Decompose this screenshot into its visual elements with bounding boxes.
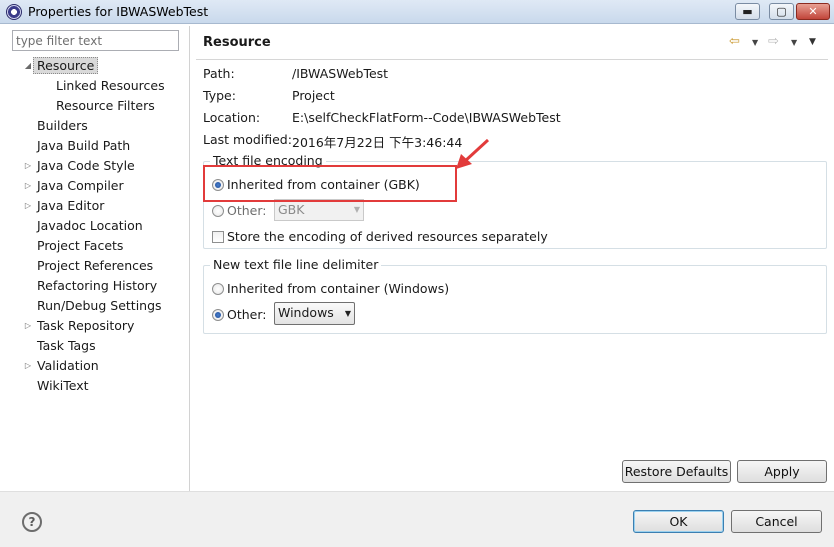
title-separator bbox=[196, 59, 828, 60]
delimiter-other-radio[interactable] bbox=[212, 309, 224, 321]
eclipse-icon bbox=[6, 4, 22, 20]
cancel-button[interactable]: Cancel bbox=[731, 510, 822, 533]
tree-item-label: Builders bbox=[37, 118, 88, 133]
tree-item-label: Java Build Path bbox=[37, 138, 131, 153]
tree-item-label: Linked Resources bbox=[56, 78, 165, 93]
tree-item-label: Project References bbox=[37, 258, 154, 273]
title-bar: Properties for IBWASWebTest ▬ ▢ ✕ bbox=[0, 0, 834, 24]
store-encoding-label: Store the encoding of derived resources … bbox=[227, 229, 548, 244]
view-menu-icon[interactable]: ▼ bbox=[809, 37, 816, 47]
delimiter-select[interactable]: Windows ▼ bbox=[274, 302, 355, 325]
tree-item-builders[interactable]: Builders bbox=[37, 116, 88, 135]
collapsed-arrow-icon[interactable]: ▷ bbox=[23, 176, 33, 195]
tree-item-label: Task Repository bbox=[37, 318, 135, 333]
help-icon[interactable]: ? bbox=[22, 512, 42, 532]
delimiter-other-label: Other: bbox=[227, 307, 267, 322]
tree-item-validation[interactable]: ▷ Validation bbox=[25, 356, 99, 375]
text-encoding-group: Text file encoding Inherited from contai… bbox=[203, 153, 827, 249]
ok-button[interactable]: OK bbox=[633, 510, 724, 533]
tree-item-project-references[interactable]: Project References bbox=[37, 256, 153, 275]
collapsed-arrow-icon[interactable]: ▷ bbox=[23, 356, 33, 375]
delimiter-inherited-radio[interactable] bbox=[212, 283, 224, 295]
type-value: Project bbox=[292, 88, 335, 103]
tree-item-javadoc-location[interactable]: Javadoc Location bbox=[37, 216, 143, 235]
tree-item-resource[interactable]: ◢ Resource bbox=[25, 56, 99, 75]
forward-dropdown-icon[interactable]: ▼ bbox=[791, 38, 797, 47]
filter-input[interactable] bbox=[12, 30, 179, 51]
minimize-button[interactable]: ▬ bbox=[735, 3, 760, 20]
tree-item-task-repository[interactable]: ▷ Task Repository bbox=[25, 316, 135, 335]
collapsed-arrow-icon[interactable]: ▷ bbox=[23, 156, 33, 175]
collapsed-arrow-icon[interactable]: ▷ bbox=[23, 196, 33, 215]
page-title: Resource bbox=[203, 35, 271, 50]
tree-item-label: Validation bbox=[37, 358, 99, 373]
tree-item-label: Task Tags bbox=[37, 338, 96, 353]
apply-button[interactable]: Apply bbox=[737, 460, 827, 483]
tree-item-label: Javadoc Location bbox=[37, 218, 143, 233]
tree-item-refactoring-history[interactable]: Refactoring History bbox=[37, 276, 157, 295]
close-button[interactable]: ✕ bbox=[796, 3, 830, 20]
tree-item-label: Java Compiler bbox=[37, 178, 124, 193]
last-modified-value: 2016年7月22日 下午3:46:44 bbox=[292, 135, 463, 150]
location-value: E:\selfCheckFlatForm--Code\IBWASWebTest bbox=[292, 110, 561, 125]
tree-item-java-build-path[interactable]: Java Build Path bbox=[37, 136, 130, 155]
tree-item-wikitext[interactable]: WikiText bbox=[37, 376, 89, 395]
store-encoding-checkbox[interactable] bbox=[212, 231, 224, 243]
encoding-other-radio[interactable] bbox=[212, 205, 224, 217]
forward-arrow-icon[interactable]: ⇨ bbox=[768, 34, 779, 49]
collapsed-arrow-icon[interactable]: ▷ bbox=[23, 316, 33, 335]
encoding-inherited-radio[interactable] bbox=[212, 179, 224, 191]
line-delimiter-group: New text file line delimiter Inherited f… bbox=[203, 257, 827, 334]
delimiter-inherited-label: Inherited from container (Windows) bbox=[227, 281, 450, 296]
encoding-inherited-label: Inherited from container (GBK) bbox=[227, 177, 420, 192]
window-title: Properties for IBWASWebTest bbox=[28, 4, 209, 19]
text-encoding-title: Text file encoding bbox=[210, 153, 326, 168]
tree-item-java-compiler[interactable]: ▷ Java Compiler bbox=[25, 176, 124, 195]
type-label: Type: bbox=[203, 88, 236, 103]
tree-item-label: Resource bbox=[33, 57, 99, 74]
encoding-select[interactable]: GBK ▼ bbox=[274, 199, 364, 221]
chevron-down-icon: ▼ bbox=[353, 205, 360, 214]
expanded-arrow-icon[interactable]: ◢ bbox=[23, 56, 33, 75]
delimiter-select-value: Windows bbox=[278, 305, 334, 320]
tree-item-java-code-style[interactable]: ▷ Java Code Style bbox=[25, 156, 135, 175]
preference-tree-panel: ◢Resource Linked Resources Resource Filter… bbox=[6, 26, 190, 491]
encoding-other-label: Other: bbox=[227, 203, 267, 218]
encoding-select-value: GBK bbox=[278, 202, 305, 217]
tree-item-label: Run/Debug Settings bbox=[37, 298, 162, 313]
tree-item-label: Refactoring History bbox=[37, 278, 158, 293]
restore-defaults-button[interactable]: Restore Defaults bbox=[622, 460, 731, 483]
location-label: Location: bbox=[203, 110, 261, 125]
tree-item-java-editor[interactable]: ▷ Java Editor bbox=[25, 196, 105, 215]
last-modified-label: Last modified: bbox=[203, 132, 292, 147]
dialog-button-bar: ? OK Cancel bbox=[0, 491, 834, 547]
tree-item-label: Java Editor bbox=[37, 198, 105, 213]
back-arrow-icon[interactable]: ⇦ bbox=[729, 34, 740, 49]
tree-item-label: WikiText bbox=[37, 378, 89, 393]
path-value: /IBWASWebTest bbox=[292, 66, 389, 81]
tree-item-label: Resource Filters bbox=[56, 98, 155, 113]
tree-item-label: Project Facets bbox=[37, 238, 124, 253]
tree-item-linked-resources[interactable]: Linked Resources bbox=[56, 76, 165, 95]
back-dropdown-icon[interactable]: ▼ bbox=[752, 38, 758, 47]
resource-page: Resource ⇦ ▼ ⇨ ▼ ▼ Path: /IBWASWebTest T… bbox=[190, 26, 834, 491]
path-label: Path: bbox=[203, 66, 235, 81]
line-delimiter-title: New text file line delimiter bbox=[210, 257, 382, 272]
chevron-down-icon: ▼ bbox=[344, 309, 351, 318]
tree-item-label: Java Code Style bbox=[37, 158, 135, 173]
tree-item-task-tags[interactable]: Task Tags bbox=[37, 336, 96, 355]
tree-item-project-facets[interactable]: Project Facets bbox=[37, 236, 123, 255]
maximize-button[interactable]: ▢ bbox=[769, 3, 794, 20]
tree-item-run-debug-settings[interactable]: Run/Debug Settings bbox=[37, 296, 162, 315]
tree-item-resource-filters[interactable]: Resource Filters bbox=[56, 96, 155, 115]
